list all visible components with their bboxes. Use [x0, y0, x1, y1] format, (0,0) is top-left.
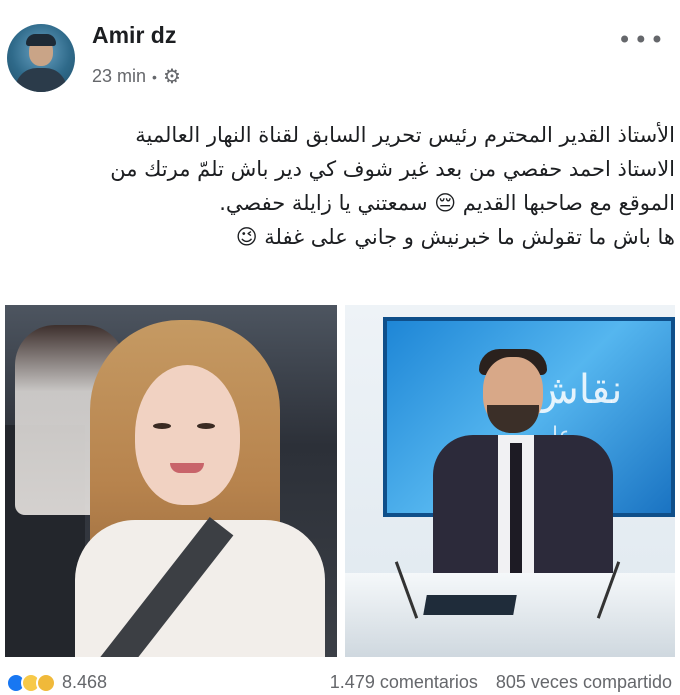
post-text-line: ها باش ما تقولش ما خبرنيش و جاني على غفل… — [235, 225, 675, 249]
reactions-summary[interactable]: 8.468 — [6, 672, 107, 693]
engagement-stats: 1.479 comentarios 805 veces compartido — [330, 672, 672, 693]
gear-icon[interactable]: ⚙ — [163, 64, 181, 89]
post-text-line: الأستاذ القدير المحترم رئيس تحرير السابق… — [135, 123, 675, 147]
post-text-line: الموقع مع صاحبها القديم 😔 سمعتني يا زايل… — [219, 191, 675, 215]
shares-count[interactable]: 805 veces compartido — [496, 672, 672, 693]
post-text-line: الاستاذ احمد حفصي من بعد غير شوف كي دير … — [110, 157, 675, 181]
meta-separator: • — [152, 68, 157, 85]
author-avatar[interactable] — [7, 24, 75, 92]
more-options-icon[interactable]: ••• — [618, 26, 666, 54]
author-name[interactable]: Amir dz — [92, 22, 176, 49]
post-meta: 23 min • ⚙ — [92, 64, 181, 89]
photo-right[interactable]: نقاش على — [345, 305, 675, 657]
post-text: الأستاذ القدير المحترم رئيس تحرير السابق… — [10, 118, 675, 254]
comments-count[interactable]: 1.479 comentarios — [330, 672, 478, 693]
post-time[interactable]: 23 min — [92, 66, 146, 87]
post-photos: نقاش على — [0, 300, 680, 662]
reaction-count: 8.468 — [62, 672, 108, 692]
sad-reaction-icon — [36, 672, 56, 693]
photo-left[interactable] — [5, 305, 337, 657]
post-header: Amir dz 23 min • ⚙ ••• — [0, 0, 680, 100]
facebook-post: Amir dz 23 min • ⚙ ••• الأستاذ القدير ال… — [0, 0, 680, 695]
post-footer: 8.468 1.479 comentarios 805 veces compar… — [0, 670, 680, 695]
